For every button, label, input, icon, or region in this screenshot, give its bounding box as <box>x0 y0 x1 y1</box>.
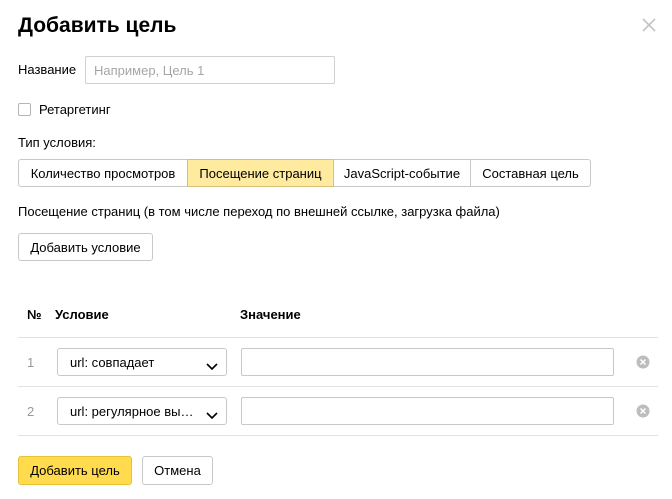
add-goal-dialog: Добавить цель Название Ретаргетинг Тип у… <box>0 0 672 499</box>
retargeting-checkbox-row[interactable]: Ретаргетинг <box>18 102 111 117</box>
column-header-value: Значение <box>240 307 301 322</box>
remove-condition-icon[interactable] <box>636 404 650 418</box>
row-number: 1 <box>27 355 35 370</box>
condition-select[interactable]: url: регулярное вы… <box>57 397 227 425</box>
column-header-number: № <box>27 307 42 322</box>
chevron-down-icon <box>206 407 218 420</box>
condition-value-input[interactable] <box>241 397 614 425</box>
table-divider <box>18 337 658 338</box>
condition-value-input[interactable] <box>241 348 614 376</box>
dialog-title: Добавить цель <box>18 14 177 37</box>
condition-type-label: Тип условия: <box>18 135 96 150</box>
table-divider <box>18 386 658 387</box>
tab-page-visits[interactable]: Посещение страниц <box>187 159 334 187</box>
tab-javascript-event[interactable]: JavaScript-событие <box>333 159 471 187</box>
tab-composite-goal[interactable]: Составная цель <box>470 159 591 187</box>
condition-type-switch: Количество просмотров Посещение страниц … <box>18 159 591 187</box>
tab-page-views[interactable]: Количество просмотров <box>18 159 188 187</box>
name-label: Название <box>18 62 77 77</box>
table-divider <box>18 435 658 436</box>
cancel-button[interactable]: Отмена <box>142 456 213 485</box>
condition-select-value: url: регулярное вы… <box>70 403 194 419</box>
chevron-down-icon <box>206 358 218 371</box>
retargeting-label: Ретаргетинг <box>39 102 111 117</box>
column-header-condition: Условие <box>55 307 109 322</box>
add-goal-button[interactable]: Добавить цель <box>18 456 132 485</box>
condition-select-value: url: совпадает <box>70 354 155 370</box>
retargeting-checkbox[interactable] <box>18 103 31 116</box>
remove-condition-icon[interactable] <box>636 355 650 369</box>
goal-name-input[interactable] <box>85 56 335 84</box>
close-icon[interactable] <box>639 15 659 35</box>
add-condition-button[interactable]: Добавить условие <box>18 233 153 261</box>
row-number: 2 <box>27 404 35 419</box>
condition-description: Посещение страниц (в том числе переход п… <box>18 204 500 219</box>
condition-select[interactable]: url: совпадает <box>57 348 227 376</box>
